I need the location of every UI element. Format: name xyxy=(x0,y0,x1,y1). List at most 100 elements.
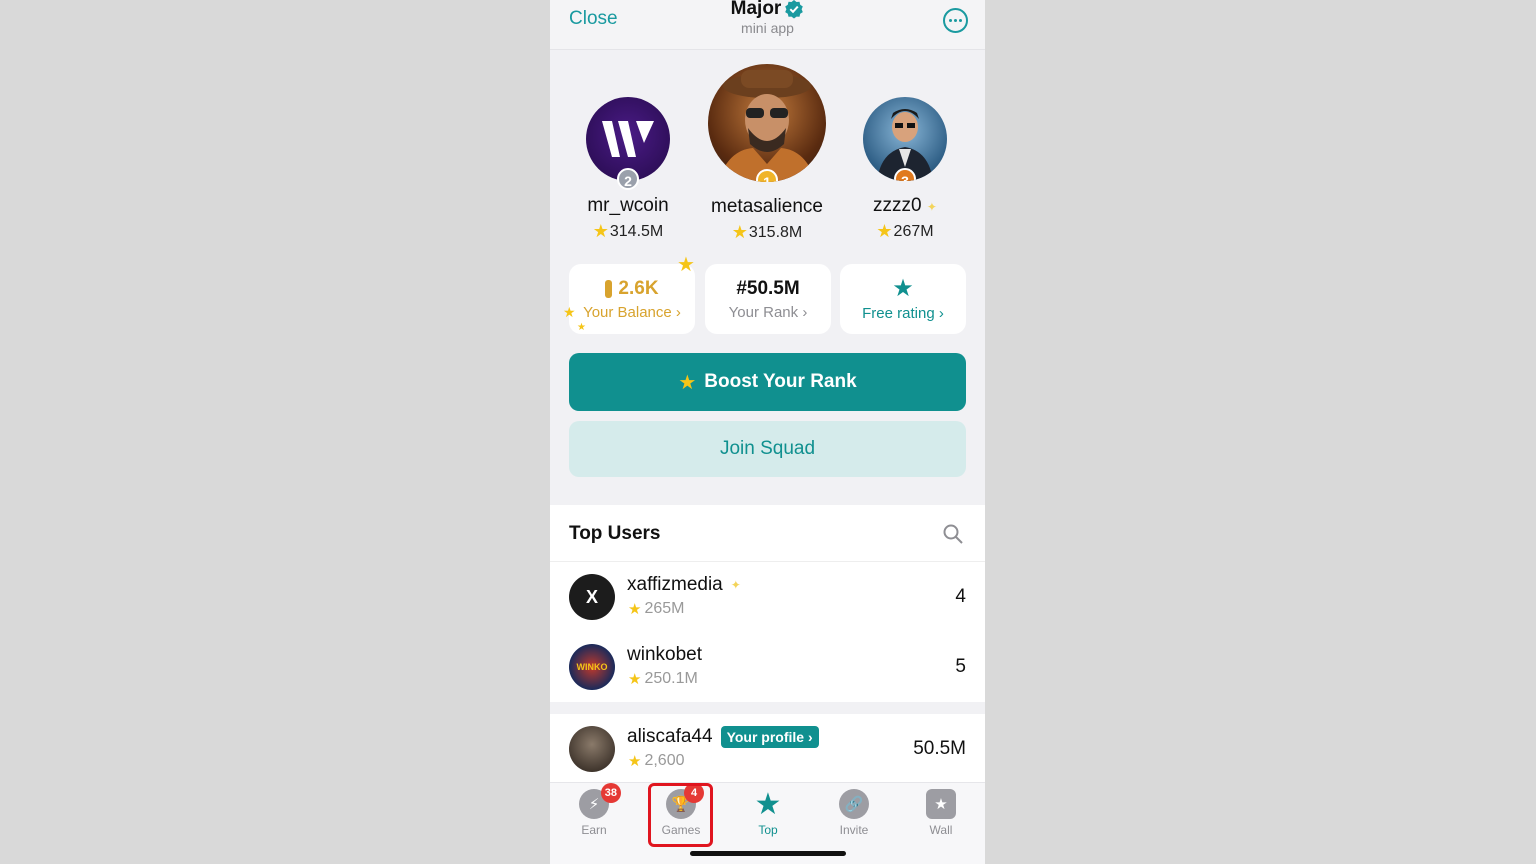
teal-star-icon: ★ xyxy=(892,275,914,302)
search-icon[interactable] xyxy=(943,524,963,544)
star-decoration-icon: ★ xyxy=(577,322,586,333)
star-icon: ★ xyxy=(678,371,697,394)
join-squad-button[interactable]: Join Squad xyxy=(569,421,966,477)
nav-top[interactable]: ★ Top xyxy=(737,787,799,838)
nav-earn[interactable]: ⚡ 38 Earn xyxy=(563,783,625,837)
top-users-title: Top Users xyxy=(569,523,661,544)
user-rank: 4 xyxy=(955,586,966,607)
user-portrait-icon xyxy=(718,70,816,182)
rank-value: #50.5M xyxy=(736,278,800,299)
your-profile-label: Your profile xyxy=(726,729,805,745)
user-name: aliscafa44 Your profile › xyxy=(627,726,819,748)
balance-label-text: Your Balance xyxy=(583,304,672,321)
free-rating-label: Free rating › xyxy=(862,305,944,322)
nav-label: Earn xyxy=(581,823,607,837)
nav-label: Wall xyxy=(929,823,953,837)
wcoin-logo-icon xyxy=(602,121,654,157)
title-area: Major mini app xyxy=(550,0,985,36)
user-score: ★ 250.1M xyxy=(628,670,698,688)
user-rank: 50.5M xyxy=(913,738,966,759)
nav-label: Top xyxy=(758,823,778,837)
star-top-icon: ★ xyxy=(754,787,782,821)
avatar: X xyxy=(569,574,615,620)
podium-score-value: 314.5M xyxy=(609,222,664,240)
podium-second[interactable]: 2 mr_wcoin ★ 314.5M xyxy=(585,97,671,242)
lightning-icon: ⚡ 38 xyxy=(579,783,621,819)
user-score-value: 2,600 xyxy=(644,752,685,769)
user-name: xaffizmedia ✦ xyxy=(627,574,741,596)
phone-screen: Close Major mini app 2 mr_wcoin ★ 314.5M… xyxy=(550,0,985,864)
table-row[interactable]: WINKO winkobet ★ 250.1M 5 xyxy=(550,632,985,702)
balance-value-text: 2.6K xyxy=(618,278,659,299)
podium-score-value: 267M xyxy=(893,222,934,240)
star-icon: ★ xyxy=(592,221,609,241)
podium-name: metasalience xyxy=(711,196,823,217)
more-options-icon[interactable] xyxy=(943,8,968,33)
podium: 2 mr_wcoin ★ 314.5M 1 metasalience ★ 315.8… xyxy=(550,64,985,254)
user-score-value: 250.1M xyxy=(644,670,698,687)
your-profile-badge[interactable]: Your profile › xyxy=(720,726,819,748)
rank-label: Your Rank › xyxy=(728,304,808,321)
free-rating-label-text: Free rating xyxy=(862,305,935,322)
star-decoration-icon: ★ xyxy=(677,254,695,276)
podium-name: mr_wcoin xyxy=(587,195,669,216)
podium-first[interactable]: 1 metasalience ★ 315.8M xyxy=(702,64,832,243)
balance-label: Your Balance › xyxy=(583,304,681,321)
user-score-value: 265M xyxy=(644,600,685,617)
rank-badge: 2 xyxy=(617,168,639,190)
user-name-text: aliscafa44 xyxy=(627,726,713,747)
notification-badge: 38 xyxy=(600,783,621,803)
star-icon: ★ xyxy=(628,601,642,618)
podium-score: ★ 267M xyxy=(862,221,948,242)
games-highlight-frame xyxy=(648,783,713,847)
podium-third[interactable]: 3 zzzz0 ✦ ★ 267M xyxy=(862,97,948,242)
stats-cards: 2.6K Your Balance › ★ ★ ★ #50.5M Your Ra… xyxy=(563,254,966,334)
header-bar: Close Major mini app xyxy=(550,0,985,50)
avatar: 1 xyxy=(708,64,826,182)
podium-name-text: zzzz0 xyxy=(873,195,922,216)
star-icon: ★ xyxy=(876,221,893,241)
boost-rank-button[interactable]: ★ Boost Your Rank xyxy=(569,353,966,411)
top-users-header: Top Users xyxy=(550,505,985,562)
home-indicator xyxy=(690,851,846,856)
link-icon: 🔗 xyxy=(839,789,869,819)
avatar: 2 xyxy=(586,97,670,190)
balance-value: 2.6K xyxy=(569,278,695,300)
nav-wall[interactable]: ★ Wall xyxy=(910,789,972,837)
star-icon: ★ xyxy=(731,222,748,242)
rank-card[interactable]: #50.5M Your Rank › xyxy=(705,264,831,334)
verified-badge-icon xyxy=(785,0,804,19)
star-decoration-icon: ★ xyxy=(563,304,576,320)
boost-rank-label: Boost Your Rank xyxy=(704,371,857,392)
star-icon: ★ xyxy=(628,753,642,770)
avatar xyxy=(569,726,615,772)
podium-score-value: 315.8M xyxy=(748,223,803,241)
user-rank: 5 xyxy=(955,656,966,677)
bottom-nav: ⚡ 38 Earn 🏆 4 Games ★ Top 🔗 Invite ★ Wall xyxy=(550,782,985,864)
free-rating-card[interactable]: ★ Free rating › xyxy=(840,264,966,334)
top-users-section: Top Users X xaffizmedia ✦ ★ 265M 4 WINKO w… xyxy=(550,505,985,785)
user-name: winkobet xyxy=(627,644,702,665)
podium-score: ★ 314.5M xyxy=(585,221,671,242)
star-bubble-icon: ★ xyxy=(926,789,956,819)
podium-name: zzzz0 ✦ xyxy=(862,195,948,217)
nav-label: Invite xyxy=(839,823,869,837)
coin-icon xyxy=(605,280,613,298)
podium-score: ★ 315.8M xyxy=(702,222,832,243)
star-icon: ★ xyxy=(628,671,642,688)
avatar: WINKO xyxy=(569,644,615,690)
self-row[interactable]: aliscafa44 Your profile › ★ 2,600 50.5M xyxy=(550,714,985,784)
user-score: ★ 265M xyxy=(628,600,684,618)
user-name-text: xaffizmedia xyxy=(627,574,723,595)
app-subtitle: mini app xyxy=(741,20,794,36)
balance-card[interactable]: 2.6K Your Balance › ★ ★ ★ xyxy=(563,254,695,334)
rank-label-text: Your Rank xyxy=(728,304,799,321)
app-title: Major xyxy=(731,0,805,20)
table-row[interactable]: X xaffizmedia ✦ ★ 265M 4 xyxy=(550,562,985,632)
app-title-text: Major xyxy=(730,0,782,19)
sparkle-icon: ✦ xyxy=(926,200,937,214)
user-score: ★ 2,600 xyxy=(628,752,685,770)
avatar: 3 xyxy=(863,97,947,181)
nav-invite[interactable]: 🔗 Invite xyxy=(823,789,885,837)
sparkle-icon: ✦ xyxy=(730,578,741,592)
